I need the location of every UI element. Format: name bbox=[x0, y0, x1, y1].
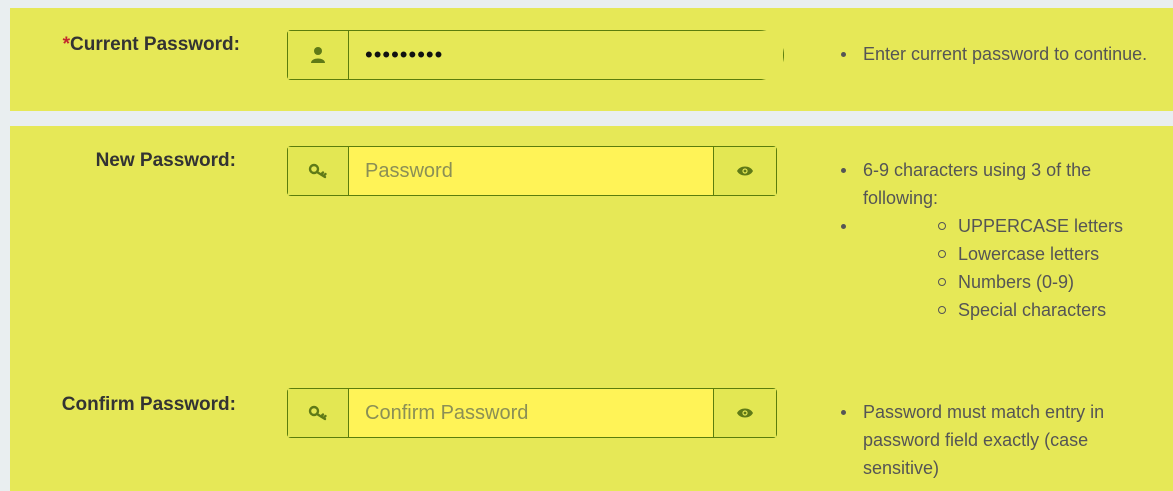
current-password-help: Enter current password to continue. bbox=[838, 40, 1158, 68]
rule-numbers: Numbers (0-9) bbox=[933, 268, 1158, 296]
required-marker: * bbox=[62, 34, 71, 55]
rule-special: Special characters bbox=[933, 296, 1158, 324]
current-password-section: *Current Password: ••••••••• Enter curre… bbox=[10, 8, 1173, 111]
current-password-input[interactable]: ••••••••• bbox=[349, 31, 783, 79]
confirm-password-label: Confirm Password: bbox=[61, 394, 236, 415]
confirm-password-help: Password must match entry in password fi… bbox=[838, 398, 1158, 482]
current-password-field[interactable]: ••••••••• bbox=[287, 30, 784, 80]
new-password-help: 6-9 characters using 3 of the following:… bbox=[838, 156, 1158, 324]
key-icon bbox=[288, 147, 349, 195]
new-password-input[interactable]: Password bbox=[349, 147, 713, 195]
rule-lowercase: Lowercase letters bbox=[933, 240, 1158, 268]
eye-icon[interactable] bbox=[713, 147, 776, 195]
eye-icon[interactable] bbox=[713, 389, 776, 437]
new-password-label: New Password: bbox=[95, 150, 236, 171]
help-item: Password must match entry in password fi… bbox=[838, 398, 1158, 482]
new-password-section: New Password: Password 6-9 characters us… bbox=[10, 126, 1173, 491]
help-item: Enter current password to continue. bbox=[838, 40, 1158, 68]
key-icon bbox=[288, 389, 349, 437]
confirm-password-input[interactable]: Confirm Password bbox=[349, 389, 713, 437]
rule-uppercase: UPPERCASE letters bbox=[933, 212, 1158, 240]
user-icon bbox=[288, 31, 349, 79]
new-password-field[interactable]: Password bbox=[287, 146, 777, 196]
current-password-label: *Current Password: bbox=[62, 34, 240, 55]
help-intro: 6-9 characters using 3 of the following: bbox=[838, 156, 1158, 212]
help-list-item: UPPERCASE letters Lowercase letters Numb… bbox=[838, 212, 1158, 324]
confirm-password-field[interactable]: Confirm Password bbox=[287, 388, 777, 438]
